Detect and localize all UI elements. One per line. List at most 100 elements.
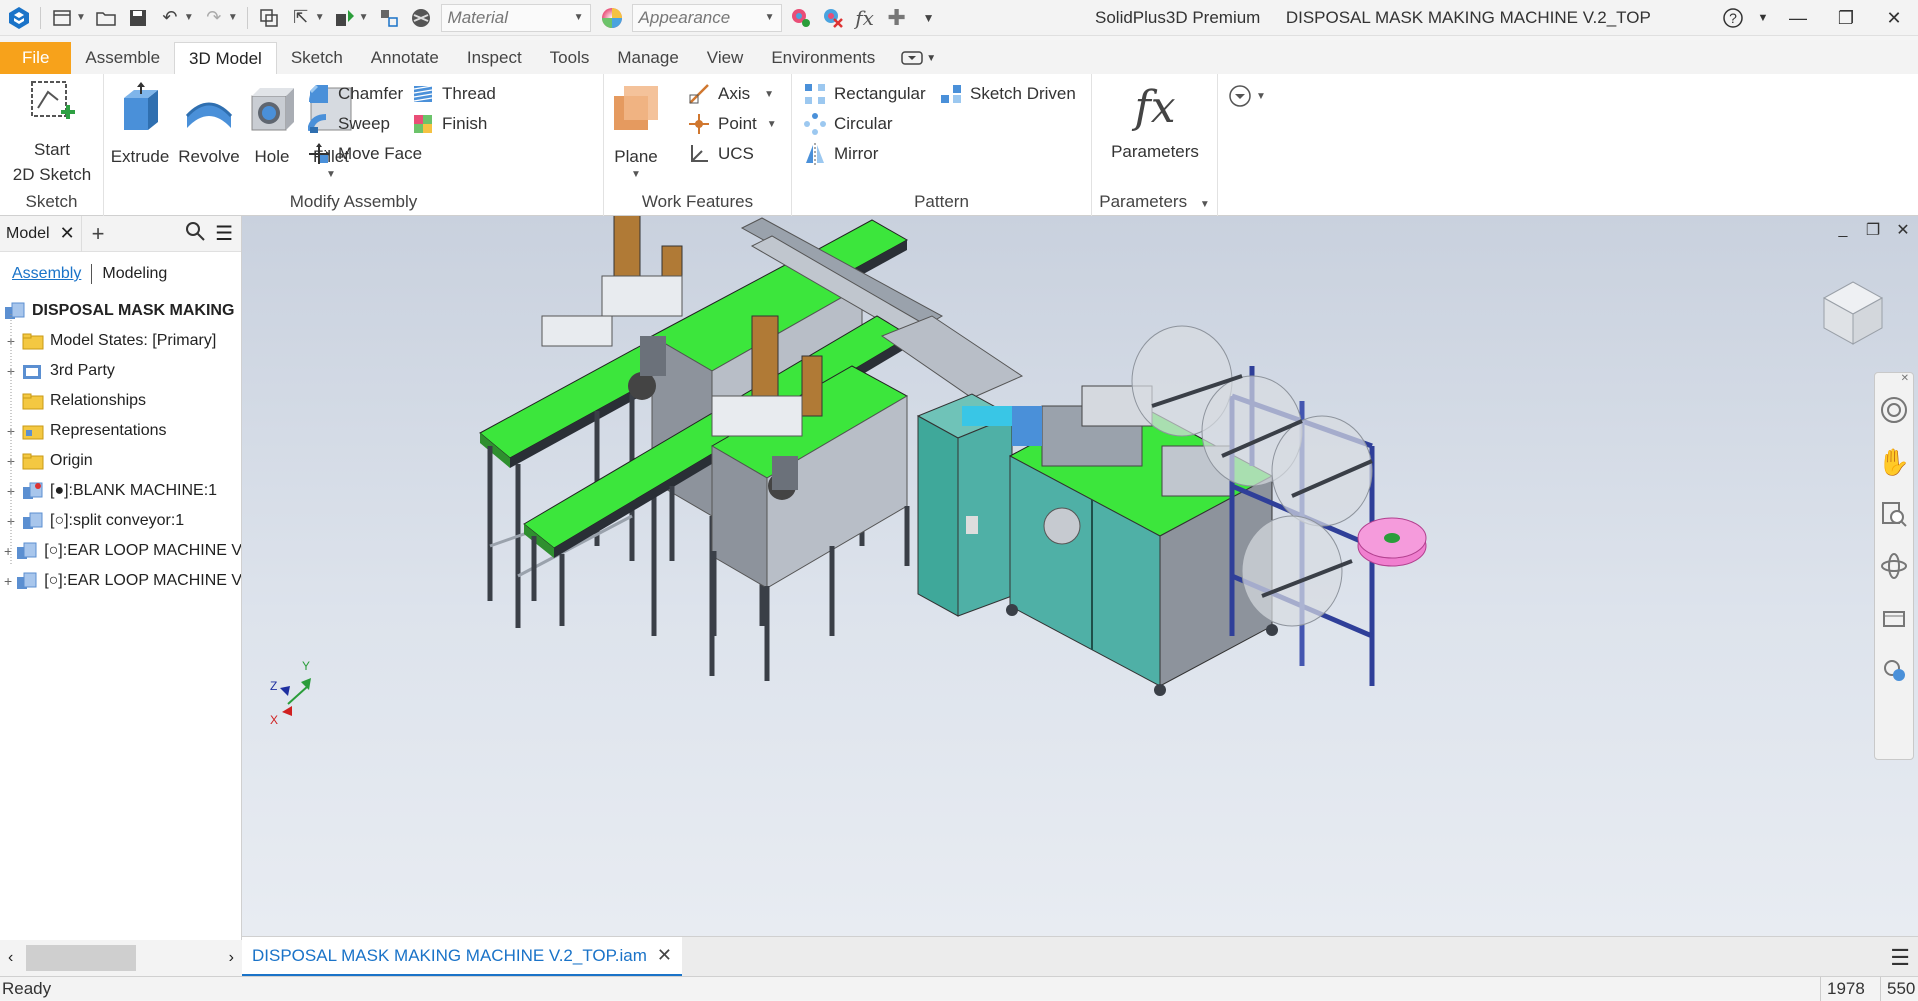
extrude-button[interactable]: Extrude bbox=[106, 78, 174, 169]
material-dropdown[interactable]: Material ▼ bbox=[440, 3, 591, 32]
scroll-left-icon[interactable]: ‹ bbox=[8, 949, 13, 967]
parameters-fx-icon: fx bbox=[1134, 82, 1176, 133]
plus-icon[interactable]: ✚ bbox=[884, 5, 910, 31]
material-sphere-icon[interactable] bbox=[408, 5, 434, 31]
update-dropdown-icon[interactable]: ▼ bbox=[359, 12, 369, 23]
appearance-wheel-icon[interactable] bbox=[599, 5, 625, 31]
minimize-icon[interactable]: — bbox=[1774, 0, 1822, 36]
copy-design-icon[interactable] bbox=[256, 5, 282, 31]
assembly-model-3d[interactable] bbox=[242, 216, 1918, 936]
tree-item[interactable]: + [○]:split conveyor:1 bbox=[0, 506, 241, 536]
tab-view[interactable]: View bbox=[693, 42, 758, 74]
close-icon[interactable]: ✕ bbox=[1870, 0, 1918, 36]
tree-item[interactable]: + [●]:BLANK MACHINE:1 bbox=[0, 476, 241, 506]
document-tab[interactable]: DISPOSAL MASK MAKING MACHINE V.2_TOP.iam… bbox=[242, 937, 682, 977]
graphics-viewport[interactable]: _ ❐ ✕ ✕ ✋ Y Z X bbox=[242, 216, 1918, 936]
fillet-dropdown-icon[interactable]: ▼ bbox=[300, 169, 362, 180]
search-icon[interactable] bbox=[185, 221, 205, 246]
document-tab-bar: DISPOSAL MASK MAKING MACHINE V.2_TOP.iam… bbox=[242, 936, 1918, 977]
tree-item[interactable]: + Origin bbox=[0, 446, 241, 476]
tab-manage[interactable]: Manage bbox=[603, 42, 692, 74]
tree-item[interactable]: + [○]:EAR LOOP MACHINE V bbox=[0, 536, 241, 566]
new-dropdown-icon[interactable]: ▼ bbox=[76, 12, 86, 23]
ribbon-more-button[interactable]: ▼ bbox=[1228, 82, 1266, 110]
plane-dropdown-icon[interactable]: ▼ bbox=[606, 169, 666, 180]
tab-inspect[interactable]: Inspect bbox=[453, 42, 536, 74]
hole-button[interactable]: Hole bbox=[244, 78, 300, 169]
tab-3d-model[interactable]: 3D Model bbox=[174, 42, 277, 74]
redo-icon[interactable]: ↷ bbox=[201, 5, 227, 31]
redo-dropdown-icon[interactable]: ▼ bbox=[228, 12, 238, 23]
add-panel-icon[interactable]: + bbox=[92, 221, 105, 247]
sketch-driven-pattern-button[interactable]: Sketch Driven bbox=[940, 80, 1076, 108]
circular-label: Circular bbox=[834, 114, 893, 133]
scrollbar-thumb[interactable] bbox=[26, 945, 136, 971]
help-dropdown-icon[interactable]: ▼ bbox=[1752, 0, 1774, 36]
select-dropdown-icon[interactable]: ▼ bbox=[315, 12, 325, 23]
thread-button[interactable]: Thread bbox=[412, 80, 496, 108]
plane-button[interactable]: Plane ▼ bbox=[606, 78, 666, 180]
browser-tab-model[interactable]: Model ✕ bbox=[0, 215, 82, 252]
point-button[interactable]: Point ▼ bbox=[688, 110, 777, 138]
subtab-modeling[interactable]: Modeling bbox=[102, 265, 167, 283]
tab-file[interactable]: File bbox=[0, 42, 72, 74]
undo-dropdown-icon[interactable]: ▼ bbox=[184, 12, 194, 23]
open-folder-icon[interactable] bbox=[93, 5, 119, 31]
tab-tools[interactable]: Tools bbox=[536, 42, 604, 74]
save-icon[interactable] bbox=[125, 5, 151, 31]
revolve-button[interactable]: Revolve bbox=[174, 78, 244, 169]
tree-item-label: Model States: [Primary] bbox=[50, 332, 217, 349]
svg-text:Y: Y bbox=[302, 659, 310, 673]
fx-icon[interactable]: fx bbox=[852, 5, 878, 31]
move-face-button[interactable]: Move Face bbox=[308, 140, 422, 168]
rectangular-pattern-button[interactable]: Rectangular bbox=[804, 80, 926, 108]
start-2d-sketch-button[interactable]: Start 2D Sketch bbox=[2, 78, 102, 187]
panel-label-modify-assembly: Modify Assembly bbox=[289, 192, 418, 211]
scroll-right-icon[interactable]: › bbox=[229, 949, 234, 967]
tree-root[interactable]: DISPOSAL MASK MAKING bbox=[0, 296, 241, 326]
sketch-icon bbox=[31, 81, 75, 119]
tab-assemble[interactable]: Assemble bbox=[71, 42, 174, 74]
browser-horizontal-scrollbar[interactable]: ‹ › bbox=[0, 940, 242, 976]
ribbon-display-toggle[interactable]: ▼ bbox=[901, 42, 936, 74]
help-icon[interactable]: ? bbox=[1714, 0, 1752, 36]
tree-item[interactable]: + Model States: [Primary] bbox=[0, 326, 241, 356]
tree-item[interactable]: +3rd Party bbox=[0, 356, 241, 386]
update-icon[interactable] bbox=[332, 5, 358, 31]
tree-item[interactable]: Relationships bbox=[0, 386, 241, 416]
axis-dropdown-icon[interactable]: ▼ bbox=[764, 89, 774, 100]
tab-environments[interactable]: Environments bbox=[757, 42, 889, 74]
document-menu-icon[interactable]: ☰ bbox=[1890, 945, 1910, 971]
finish-label: Finish bbox=[442, 114, 488, 133]
ucs-button[interactable]: UCS bbox=[688, 140, 754, 168]
tab-annotate[interactable]: Annotate bbox=[357, 42, 453, 74]
app-logo-icon[interactable] bbox=[6, 5, 32, 31]
circular-pattern-button[interactable]: Circular bbox=[804, 110, 893, 138]
tree-item[interactable]: + [○]:EAR LOOP MACHINE V bbox=[0, 566, 241, 596]
clear-appearance-icon[interactable] bbox=[820, 5, 846, 31]
panel-label-parameters[interactable]: Parameters ▼ bbox=[1092, 192, 1217, 212]
parameters-panel-dropdown-icon[interactable]: ▼ bbox=[1200, 199, 1210, 210]
subtab-assembly[interactable]: Assembly bbox=[12, 265, 81, 283]
measure-icon[interactable] bbox=[376, 5, 402, 31]
undo-icon[interactable]: ↶ bbox=[157, 5, 183, 31]
customize-dropdown-icon[interactable]: ▼ bbox=[916, 5, 942, 31]
finish-button[interactable]: Finish bbox=[412, 110, 487, 138]
tab-sketch[interactable]: Sketch bbox=[277, 42, 357, 74]
tree-item[interactable]: + Representations bbox=[0, 416, 241, 446]
menu-icon[interactable]: ☰ bbox=[215, 221, 233, 246]
adjust-appearance-icon[interactable] bbox=[788, 5, 814, 31]
axis-button[interactable]: Axis ▼ bbox=[688, 80, 774, 108]
close-document-icon[interactable]: ✕ bbox=[657, 945, 672, 966]
new-file-icon[interactable] bbox=[49, 5, 75, 31]
sweep-button[interactable]: Sweep bbox=[308, 110, 390, 138]
parameters-button[interactable]: fx Parameters bbox=[1098, 78, 1212, 164]
point-dropdown-icon[interactable]: ▼ bbox=[767, 119, 777, 130]
appearance-dropdown[interactable]: Appearance ▼ bbox=[631, 3, 782, 32]
document-name: DISPOSAL MASK MAKING MACHINE V.2_TOP bbox=[1285, 8, 1651, 27]
select-icon[interactable]: ⇱ bbox=[288, 5, 314, 31]
close-icon[interactable]: ✕ bbox=[60, 223, 75, 244]
restore-icon[interactable]: ❐ bbox=[1822, 0, 1870, 36]
mirror-button[interactable]: Mirror bbox=[804, 140, 878, 168]
chamfer-button[interactable]: Chamfer bbox=[308, 80, 403, 108]
